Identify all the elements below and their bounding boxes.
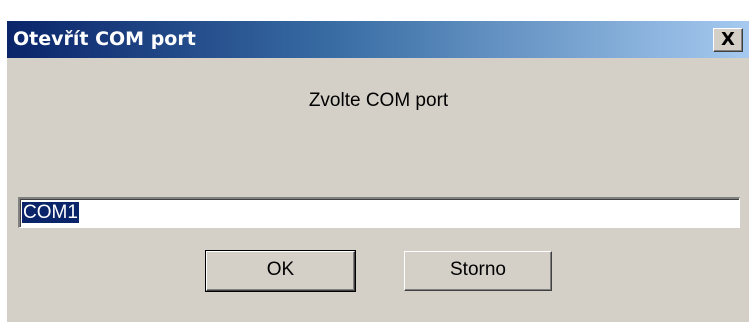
title-bar: Otevřít COM port X bbox=[7, 21, 749, 58]
window-title: Otevřít COM port bbox=[13, 28, 196, 50]
prompt-label: Zvolte COM port bbox=[308, 90, 449, 111]
com-port-value: COM1 bbox=[22, 202, 79, 223]
close-icon: X bbox=[721, 29, 735, 50]
close-button[interactable]: X bbox=[713, 28, 743, 52]
cancel-button[interactable]: Storno bbox=[404, 251, 552, 291]
com-port-input[interactable]: COM1 bbox=[18, 197, 740, 228]
open-com-port-dialog: Otevřít COM port X Zvolte COM port COM1 … bbox=[6, 20, 749, 322]
ok-button[interactable]: OK bbox=[205, 250, 356, 292]
